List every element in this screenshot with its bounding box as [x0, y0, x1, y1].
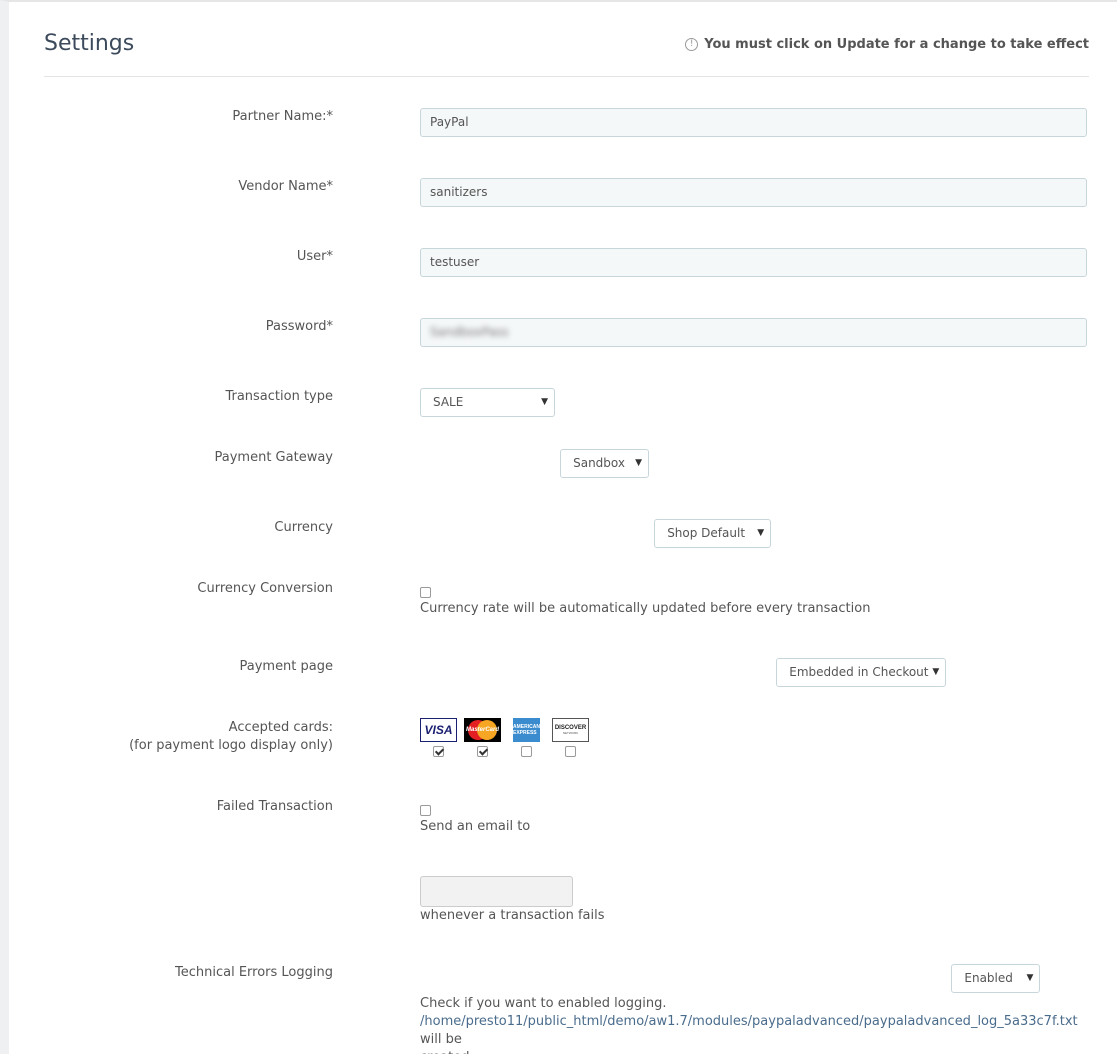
accepted-cards-label-line1: Accepted cards: — [228, 720, 333, 735]
chevron-down-icon: ▼ — [932, 667, 940, 677]
transaction-type-label: Transaction type — [225, 389, 333, 404]
log-path: /home/presto11/public_html/demo/aw1.7/mo… — [420, 1014, 1078, 1029]
failed-transaction-help: Send an email to — [420, 819, 531, 834]
technical-errors-logging-label: Technical Errors Logging — [175, 965, 333, 980]
page-title: Settings — [44, 31, 135, 56]
password-input[interactable]: SandboxPass — [420, 318, 1087, 347]
payment-gateway-value: Sandbox — [573, 456, 625, 470]
card-discover: DISCOVER NETWORK — [552, 718, 589, 757]
settings-page: Settings ! You must click on Update for … — [0, 0, 1117, 1054]
technical-errors-logging-help: Check if you want to enabled logging. /h… — [420, 995, 1090, 1054]
currency-conversion-help: Currency rate will be automatically upda… — [420, 601, 871, 616]
payment-page-select[interactable]: Embedded in Checkout ▼ — [776, 658, 947, 687]
visa-logo: VISA — [420, 718, 457, 742]
chevron-down-icon: ▼ — [635, 458, 643, 468]
settings-header: Settings ! You must click on Update for … — [44, 22, 1089, 77]
visa-checkbox[interactable] — [433, 746, 444, 757]
amex-checkbox[interactable] — [521, 746, 532, 757]
vendor-name-input[interactable]: sanitizers — [420, 178, 1087, 207]
currency-value: Shop Default — [667, 526, 746, 540]
password-value: SandboxPass — [430, 325, 509, 339]
vendor-name-label: Vendor Name* — [238, 179, 333, 194]
update-notice-text: You must click on Update for a change to… — [704, 37, 1089, 52]
partner-name-label: Partner Name:* — [232, 109, 333, 124]
accepted-cards-label: Accepted cards: (for payment logo displa… — [129, 719, 333, 755]
amex-logo: AMERICAN EXPRESS — [513, 718, 540, 742]
info-circle-icon: ! — [685, 38, 699, 51]
chevron-down-icon: ▼ — [541, 397, 548, 407]
card-amex: AMERICAN EXPRESS — [508, 718, 545, 757]
transaction-type-select[interactable]: SALE ▼ — [420, 388, 555, 417]
technical-errors-logging-help-text: Check if you want to enabled logging. — [420, 996, 667, 1011]
user-label: User* — [296, 249, 333, 264]
payment-page-label: Payment page — [239, 659, 333, 674]
failed-transaction-label: Failed Transaction — [216, 799, 333, 814]
currency-conversion-checkbox[interactable] — [420, 587, 431, 598]
chevron-down-icon: ▼ — [1026, 973, 1034, 983]
discover-logo: DISCOVER NETWORK — [552, 718, 589, 742]
user-input[interactable]: testuser — [420, 248, 1087, 277]
accepted-cards-group: VISA MasterCard AMERICAN EXPRESS DISCOVE… — [420, 718, 589, 757]
mastercard-checkbox[interactable] — [477, 746, 488, 757]
currency-conversion-label: Currency Conversion — [197, 581, 333, 596]
technical-errors-logging-select[interactable]: Enabled ▼ — [951, 964, 1041, 993]
password-label: Password* — [265, 319, 333, 334]
partner-name-input[interactable]: PayPal — [420, 108, 1087, 137]
currency-label: Currency — [274, 520, 333, 535]
mastercard-logo: MasterCard — [464, 718, 501, 742]
mastercard-logo-text: MasterCard — [465, 727, 499, 733]
log-path-suffix: will be — [420, 1032, 462, 1047]
discover-logo-subtext: NETWORK — [562, 731, 579, 735]
payment-page-value: Embedded in Checkout — [789, 665, 929, 679]
card-mastercard: MasterCard — [464, 718, 501, 757]
currency-select[interactable]: Shop Default ▼ — [654, 519, 772, 548]
transaction-type-value: SALE — [433, 395, 464, 409]
technical-errors-logging-value: Enabled — [964, 971, 1013, 985]
accepted-cards-label-line2: (for payment logo display only) — [129, 738, 333, 753]
log-path-line: /home/presto11/public_html/demo/aw1.7/mo… — [420, 1013, 1090, 1049]
chevron-down-icon: ▼ — [757, 528, 765, 538]
failed-transaction-email-input[interactable] — [420, 876, 573, 907]
card-visa: VISA — [420, 718, 457, 757]
failed-transaction-checkbox[interactable] — [420, 805, 431, 816]
payment-gateway-select[interactable]: Sandbox ▼ — [560, 449, 650, 478]
log-path-suffix-line2: created — [420, 1049, 1090, 1054]
discover-checkbox[interactable] — [565, 746, 576, 757]
failed-transaction-help-after: whenever a transaction fails — [420, 908, 605, 923]
update-notice: ! You must click on Update for a change … — [685, 37, 1089, 52]
payment-gateway-label: Payment Gateway — [214, 450, 333, 465]
